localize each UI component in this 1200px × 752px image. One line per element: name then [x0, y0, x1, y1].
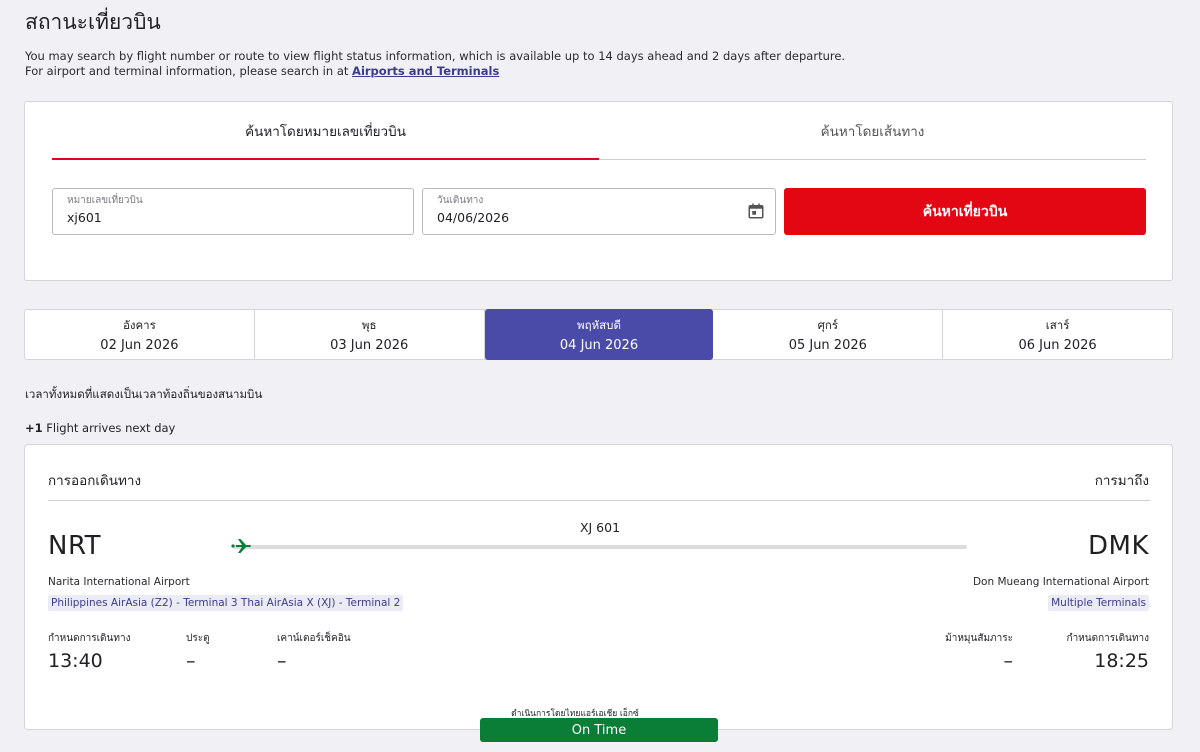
gate-value: –	[186, 650, 196, 672]
check-in-counter-label: เคาน์เตอร์เช็คอิน	[277, 633, 351, 644]
departure-time: 13:40	[48, 650, 103, 672]
search-flight-button[interactable]: ค้นหาเที่ยวบิน	[784, 188, 1146, 235]
day-name: เสาร์	[1045, 317, 1070, 332]
active-tab-indicator	[52, 158, 599, 160]
baggage-belt-label: ม้าหมุนสัมภาระ	[945, 633, 1013, 644]
day-date: 04 Jun 2026	[559, 337, 639, 353]
departure-terminal-badge: Philippines AirAsia (Z2) - Terminal 3 Th…	[48, 595, 404, 611]
flight-status-badge: On Time	[480, 718, 718, 742]
flight-number-label: หมายเลขเที่ยวบิน	[67, 195, 143, 206]
tab-search-by-route[interactable]: ค้นหาโดยเส้นทาง	[599, 102, 1146, 160]
arrival-airport-name: Don Mueang International Airport	[972, 576, 1149, 588]
header-divider	[48, 500, 1150, 501]
departure-scheduled-label: กำหนดการเดินทาง	[48, 633, 131, 644]
day-name: ศุกร์	[817, 317, 839, 332]
arrival-scheduled-label: กำหนดการเดินทาง	[1066, 633, 1149, 644]
day-name: พฤหัสบดี	[577, 317, 621, 332]
local-time-note: เวลาทั้งหมดที่แสดงเป็นเวลาท้องถิ่นของสนา…	[25, 387, 263, 401]
next-day-note: +1 Flight arrives next day	[25, 421, 175, 435]
day-tab[interactable]: อังคาร 02 Jun 2026	[25, 310, 255, 359]
day-tab[interactable]: พุธ 03 Jun 2026	[255, 310, 485, 359]
day-tab[interactable]: เสาร์ 06 Jun 2026	[943, 310, 1172, 359]
flight-number-field[interactable]: หมายเลขเที่ยวบิน	[52, 188, 414, 235]
day-tab[interactable]: ศุกร์ 05 Jun 2026	[713, 310, 944, 359]
day-date: 02 Jun 2026	[100, 337, 179, 353]
day-name: อังคาร	[122, 317, 156, 332]
intro-line-1: You may search by flight number or route…	[25, 49, 846, 63]
flight-number-input[interactable]	[67, 210, 317, 225]
flight-card: การออกเดินทาง การมาถึง NRT XJ 601 DMK Na…	[24, 444, 1173, 730]
intro-line-2-prefix: For airport and terminal information, pl…	[25, 64, 353, 78]
departure-airport-code: NRT	[48, 531, 102, 561]
day-date: 03 Jun 2026	[330, 337, 409, 353]
flight-progress-track	[233, 545, 967, 549]
intro-text: You may search by flight number or route…	[25, 49, 845, 79]
arrival-airport-code: DMK	[1087, 531, 1149, 561]
departure-header: การออกเดินทาง	[48, 473, 142, 489]
baggage-belt-value: –	[1003, 650, 1014, 672]
tab-search-by-flight-number[interactable]: ค้นหาโดยหมายเลขเที่ยวบิน	[52, 102, 599, 160]
intro-line-2: For airport and terminal information, pl…	[25, 64, 845, 79]
calendar-icon[interactable]	[747, 202, 765, 220]
travel-date-input[interactable]	[437, 210, 687, 225]
next-day-marker: +1	[25, 421, 43, 435]
arrival-header: การมาถึง	[1094, 473, 1149, 489]
travel-date-label: วันเดินทาง	[437, 195, 484, 206]
plane-icon	[231, 539, 251, 553]
arrival-time: 18:25	[1094, 650, 1149, 672]
arrival-terminal-badge: Multiple Terminals	[1048, 595, 1149, 611]
departure-airport-name: Narita International Airport	[48, 576, 190, 588]
day-name: พุธ	[361, 317, 377, 332]
next-day-text: Flight arrives next day	[42, 421, 176, 435]
day-date: 06 Jun 2026	[1018, 337, 1097, 353]
airports-terminals-link[interactable]: Airports and Terminals	[352, 64, 499, 78]
page-title: สถานะเที่ยวบิน	[25, 10, 161, 34]
day-tab-selected[interactable]: พฤหัสบดี 04 Jun 2026	[484, 309, 714, 360]
date-selector: อังคาร 02 Jun 2026 พุธ 03 Jun 2026 พฤหัส…	[24, 309, 1173, 360]
check-in-counter-value: –	[277, 650, 287, 672]
day-date: 05 Jun 2026	[788, 337, 867, 353]
flight-number: XJ 601	[579, 520, 621, 535]
travel-date-field[interactable]: วันเดินทาง	[422, 188, 776, 235]
tab-divider	[599, 159, 1146, 160]
gate-label: ประตู	[186, 633, 210, 644]
search-card: ค้นหาโดยหมายเลขเที่ยวบิน ค้นหาโดยเส้นทาง…	[24, 101, 1173, 281]
